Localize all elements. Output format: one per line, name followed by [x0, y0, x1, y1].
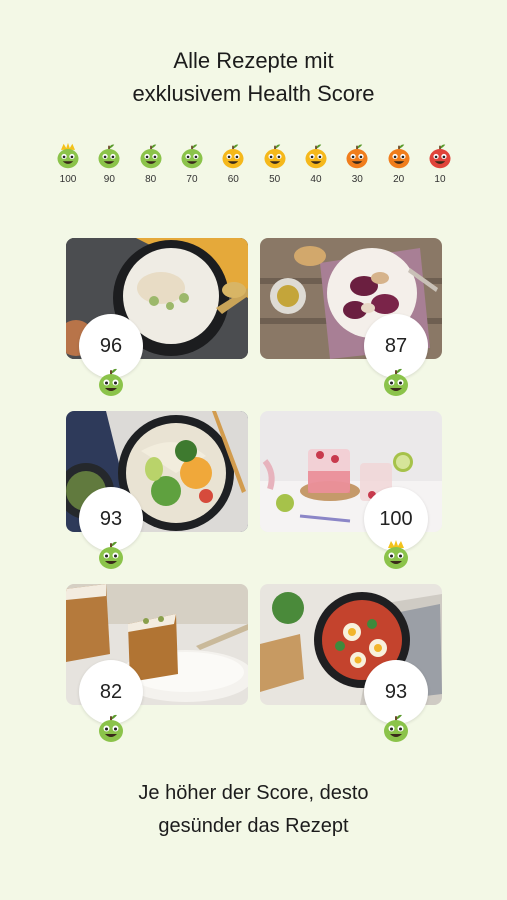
- score-level-70: 70: [172, 142, 212, 185]
- footer-line-1: Je höher der Score, desto: [138, 782, 369, 804]
- footer-line-2: gesünder das Rezept: [158, 815, 349, 837]
- recipe-card[interactable]: 87: [260, 238, 442, 396]
- score-level-label: 60: [227, 174, 239, 185]
- score-level-label: 30: [351, 174, 363, 185]
- score-level-label: 20: [393, 174, 405, 185]
- score-level-100: 100: [48, 142, 88, 185]
- green-mascot-icon: [99, 541, 123, 569]
- recipe-card[interactable]: 100: [260, 411, 442, 569]
- score-level-label: 90: [103, 174, 115, 185]
- score-level-label: 10: [434, 174, 446, 185]
- green-mascot-icon: [140, 144, 162, 169]
- title-line-1: Alle Rezepte mit: [173, 48, 334, 73]
- green-mascot-icon: [181, 144, 203, 169]
- score-level-90: 90: [89, 142, 129, 185]
- green-mascot-icon: [384, 714, 408, 742]
- green-mascot-icon: [99, 714, 123, 742]
- yellow-mascot-icon: [264, 144, 286, 169]
- red-mascot-icon: [429, 144, 451, 169]
- footer-text: Je höher der Score, desto gesünder das R…: [0, 777, 507, 843]
- orange-mascot-icon: [346, 144, 368, 169]
- recipe-card[interactable]: 93: [66, 411, 248, 569]
- page-title: Alle Rezepte mit exklusivem Health Score: [0, 44, 507, 110]
- crown-green-mascot-icon: [57, 142, 79, 169]
- yellow-mascot-icon: [305, 144, 327, 169]
- recipe-card[interactable]: 82: [66, 584, 248, 742]
- score-level-label: 100: [59, 174, 77, 185]
- recipe-card[interactable]: 96: [66, 238, 248, 396]
- score-level-10: 10: [420, 142, 460, 185]
- health-score-scale: 100 90 80 70 60 50 40 30 20 10: [48, 142, 460, 185]
- score-level-80: 80: [131, 142, 171, 185]
- green-mascot-icon: [99, 368, 123, 396]
- crown-green-mascot-icon: [384, 540, 408, 569]
- score-level-50: 50: [255, 142, 295, 185]
- green-mascot-icon: [384, 368, 408, 396]
- title-line-2: exklusivem Health Score: [132, 81, 375, 106]
- score-level-20: 20: [379, 142, 419, 185]
- recipe-card[interactable]: 93: [260, 584, 442, 742]
- score-level-label: 40: [310, 174, 322, 185]
- score-level-label: 70: [186, 174, 198, 185]
- yellow-mascot-icon: [222, 144, 244, 169]
- score-level-40: 40: [296, 142, 336, 185]
- score-level-label: 50: [269, 174, 281, 185]
- score-level-60: 60: [213, 142, 253, 185]
- score-level-30: 30: [337, 142, 377, 185]
- orange-mascot-icon: [388, 144, 410, 169]
- score-level-label: 80: [145, 174, 157, 185]
- green-mascot-icon: [98, 144, 120, 169]
